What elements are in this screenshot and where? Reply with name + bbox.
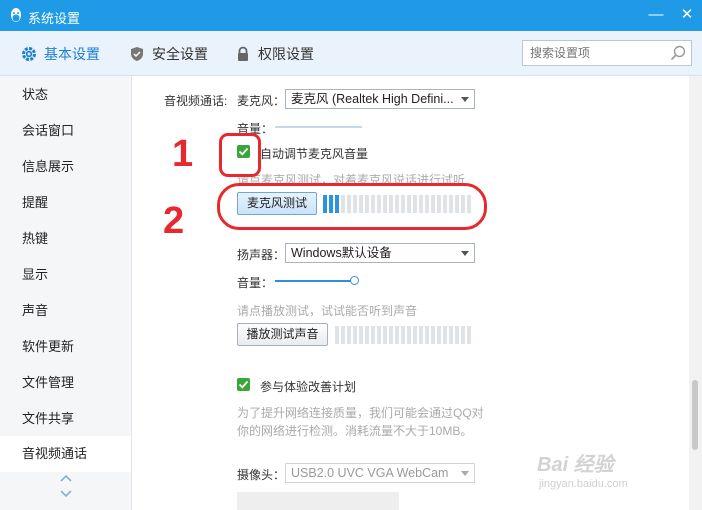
- meter-bar: [383, 326, 387, 344]
- sidebar-item-file-sharing[interactable]: 文件共享: [0, 401, 131, 437]
- dropdown-caret-icon: [461, 471, 469, 476]
- meter-bar: [341, 326, 345, 344]
- title-bar: 系统设置 — ✕: [0, 0, 702, 31]
- meter-bar: [365, 326, 369, 344]
- sidebar-item-reminder[interactable]: 提醒: [0, 185, 131, 221]
- tab-label: 安全设置: [152, 45, 208, 62]
- meter-bar: [461, 326, 465, 344]
- meter-bar: [335, 326, 339, 344]
- tab-security-settings[interactable]: 安全设置: [129, 31, 208, 76]
- speaker-select-value: Windows默认设备: [291, 246, 392, 260]
- scrollbar-thumb[interactable]: [692, 380, 698, 450]
- search-box[interactable]: [522, 40, 692, 66]
- experience-description-2: 你的网络进行检测。消耗流量不大于10MB。: [237, 424, 473, 438]
- chevron-up-icon[interactable]: [60, 474, 72, 482]
- mic-select-value: 麦克风 (Realtek High Defini...: [291, 92, 454, 106]
- meter-bar: [449, 326, 453, 344]
- section-label-av: 音视频通话:: [164, 94, 228, 108]
- meter-bar: [431, 326, 435, 344]
- mic-label: 麦克风：: [237, 94, 286, 108]
- meter-bar: [455, 326, 459, 344]
- sidebar-item-display[interactable]: 显示: [0, 257, 131, 293]
- sidebar-item-software-update[interactable]: 软件更新: [0, 329, 131, 365]
- annotation-circle-checkbox: [219, 133, 261, 177]
- tab-label: 权限设置: [258, 45, 314, 62]
- experience-label: 参与体验改善计划: [260, 380, 357, 394]
- speaker-label: 扬声器：: [237, 248, 286, 262]
- tab-permission-settings[interactable]: 权限设置: [235, 31, 314, 76]
- tab-bar: 基本设置 安全设置 权限设置: [0, 31, 702, 76]
- meter-bar: [443, 326, 447, 344]
- auto-adjust-label: 自动调节麦克风音量: [260, 147, 369, 161]
- experience-description-1: 为了提升网络连接质量，我们可能会通过QQ对: [237, 406, 484, 420]
- meter-bar: [347, 326, 351, 344]
- sidebar: 状态 会话窗口 信息展示 提醒 热键 显示 声音 软件更新 文件管理 文件共享 …: [0, 76, 132, 510]
- speaker-select[interactable]: Windows默认设备: [285, 243, 475, 263]
- meter-bar: [371, 326, 375, 344]
- dropdown-caret-icon: [461, 251, 469, 256]
- lock-icon: [238, 46, 248, 61]
- chevron-down-icon[interactable]: [60, 490, 72, 498]
- meter-bar: [389, 326, 393, 344]
- speaker-volume-fill: [275, 280, 354, 282]
- speaker-volume-label: 音量：: [237, 276, 274, 290]
- sidebar-item-hotkeys[interactable]: 热键: [0, 221, 131, 257]
- tab-basic-settings[interactable]: 基本设置: [21, 31, 100, 76]
- experience-checkbox[interactable]: [237, 378, 250, 391]
- annotation-step-1: 1: [172, 133, 194, 175]
- mic-select[interactable]: 麦克风 (Realtek High Defini...: [285, 89, 475, 109]
- meter-bar: [425, 326, 429, 344]
- speaker-volume-thumb[interactable]: [350, 276, 359, 285]
- close-button[interactable]: ✕: [676, 4, 698, 26]
- minimize-button[interactable]: —: [645, 4, 667, 26]
- speaker-level-meter: [335, 326, 471, 344]
- annotation-step-2: 2: [163, 200, 185, 242]
- meter-bar: [437, 326, 441, 344]
- baidu-watermark-logo: Bai 经验: [537, 454, 614, 476]
- annotation-circle-mic-test: [217, 183, 487, 230]
- meter-bar: [395, 326, 399, 344]
- baidu-watermark-url: jingyan.baidu.com: [539, 478, 628, 490]
- meter-bar: [413, 326, 417, 344]
- qq-penguin-icon: [11, 8, 21, 22]
- tab-label: 基本设置: [44, 45, 100, 62]
- meter-bar: [377, 326, 381, 344]
- sidebar-item-chat-window[interactable]: 会话窗口: [0, 113, 131, 149]
- sidebar-item-file-management[interactable]: 文件管理: [0, 365, 131, 401]
- camera-label: 摄像头：: [237, 468, 286, 482]
- meter-bar: [407, 326, 411, 344]
- window-title: 系统设置: [28, 11, 81, 26]
- meter-bar: [419, 326, 423, 344]
- meter-bar: [359, 326, 363, 344]
- search-input[interactable]: [523, 41, 659, 65]
- search-icon[interactable]: [670, 45, 686, 61]
- speaker-test-button[interactable]: 播放测试声音: [237, 323, 328, 346]
- speaker-test-hint: 请点播放测试，试试能否听到声音: [237, 304, 418, 318]
- sidebar-item-status[interactable]: 状态: [0, 77, 131, 113]
- meter-bar: [401, 326, 405, 344]
- meter-bar: [467, 326, 471, 344]
- mic-volume-slider[interactable]: [275, 126, 362, 128]
- gear-icon: [22, 46, 36, 61]
- sidebar-item-info-display[interactable]: 信息展示: [0, 149, 131, 185]
- dropdown-caret-icon: [461, 97, 469, 102]
- camera-select-value: USB2.0 UVC VGA WebCam: [291, 466, 449, 480]
- shield-icon: [131, 46, 143, 61]
- sidebar-item-sound[interactable]: 声音: [0, 293, 131, 329]
- camera-preview: [237, 492, 399, 510]
- sidebar-item-av-call[interactable]: 音视频通话: [0, 436, 131, 472]
- meter-bar: [353, 326, 357, 344]
- camera-select[interactable]: USB2.0 UVC VGA WebCam: [285, 463, 475, 483]
